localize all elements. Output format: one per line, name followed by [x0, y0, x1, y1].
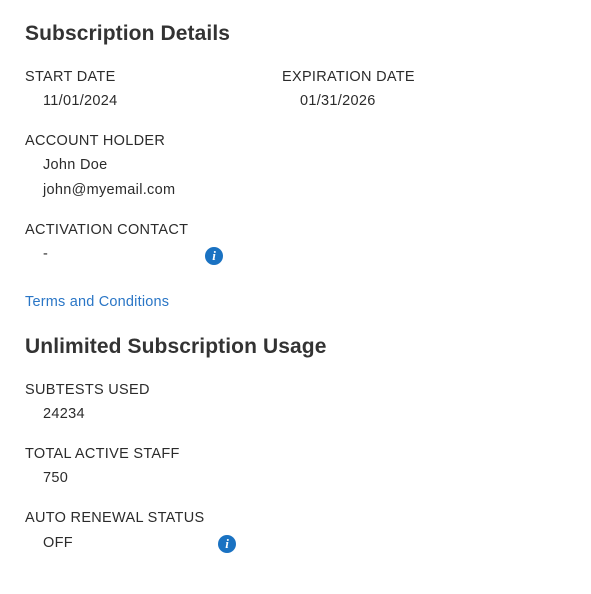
expiration-date-label: EXPIRATION DATE — [282, 69, 415, 85]
activation-contact-value: - — [43, 246, 49, 262]
start-date-value: 11/01/2024 — [43, 93, 118, 109]
account-holder-name: John Doe — [43, 157, 108, 173]
activation-contact-label: ACTIVATION CONTACT — [25, 222, 189, 238]
subscription-details-heading: Subscription Details — [25, 22, 231, 45]
terms-and-conditions-link[interactable]: Terms and Conditions — [25, 294, 169, 310]
expiration-date-value: 01/31/2026 — [300, 93, 376, 109]
account-holder-email: john@myemail.com — [43, 182, 176, 198]
usage-heading: Unlimited Subscription Usage — [25, 335, 327, 358]
auto-renewal-info-icon[interactable]: i — [218, 535, 236, 553]
auto-renewal-status-label: AUTO RENEWAL STATUS — [25, 510, 205, 526]
activation-contact-info-icon[interactable]: i — [205, 247, 223, 265]
subtests-used-label: SUBTESTS USED — [25, 382, 150, 398]
subtests-used-value: 24234 — [43, 406, 85, 422]
account-holder-label: ACCOUNT HOLDER — [25, 133, 166, 149]
auto-renewal-status-value: OFF — [43, 535, 73, 551]
total-active-staff-label: TOTAL ACTIVE STAFF — [25, 446, 180, 462]
start-date-label: START DATE — [25, 69, 116, 85]
total-active-staff-value: 750 — [43, 470, 69, 486]
